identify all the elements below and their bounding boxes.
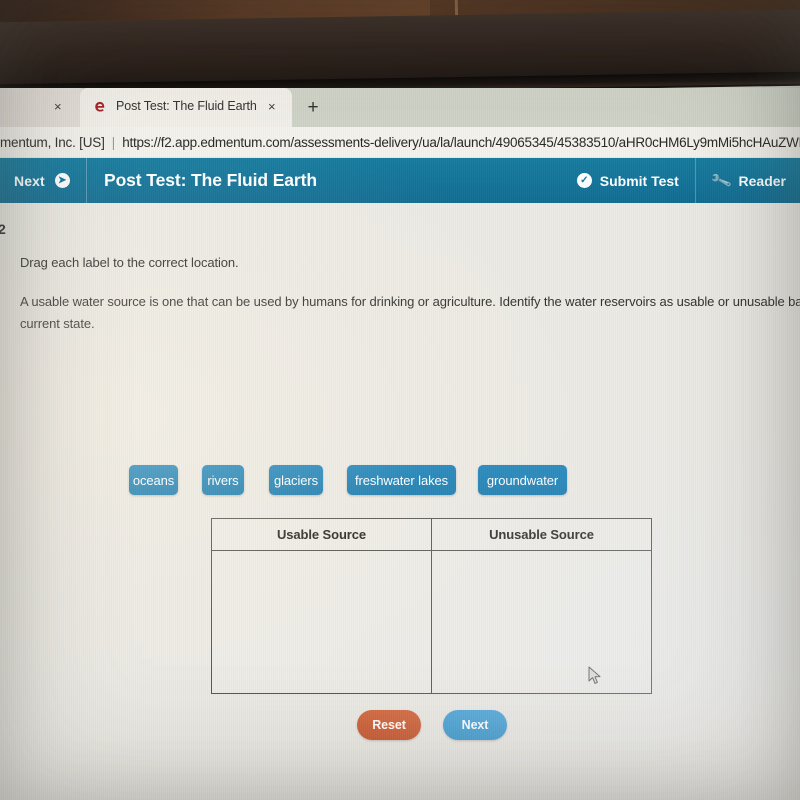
question-number: 2 — [0, 221, 6, 237]
drop-target-table: Usable Source Unusable Source — [211, 518, 652, 694]
toolbar-actions: ✓ Submit Test 🔧 Reader — [561, 158, 800, 203]
url-text[interactable]: https://f2.app.edmentum.com/assessments-… — [122, 135, 800, 150]
question-actions: Reset Next — [357, 710, 507, 740]
site-identity-label: mentum, Inc. [US] — [0, 134, 105, 150]
drag-label-groundwater[interactable]: groundwater — [478, 465, 567, 495]
drop-zone-unusable[interactable] — [431, 551, 651, 693]
question-stem-line1: A usable water source is one that can be… — [20, 294, 800, 309]
browser-tab-strip: × Post Test: The Fluid Earth × + — [0, 88, 800, 127]
address-separator: | — [111, 134, 116, 150]
drop-table-header-row: Usable Source Unusable Source — [212, 519, 651, 551]
assessment-toolbar: Next ➤ Post Test: The Fluid Earth ✓ Subm… — [0, 158, 800, 203]
drag-label-glaciers[interactable]: glaciers — [269, 465, 323, 495]
check-circle-icon: ✓ — [576, 173, 592, 188]
drag-label-oceans[interactable]: oceans — [129, 465, 178, 495]
address-bar[interactable]: mentum, Inc. [US] | https://f2.app.edmen… — [0, 127, 800, 157]
browser-tab-active[interactable]: Post Test: The Fluid Earth × — [80, 88, 292, 127]
question-stem: A usable water source is one that can be… — [20, 291, 800, 335]
circle-arrow-right-icon: ➤ — [54, 173, 70, 188]
toolbar-next-button[interactable]: Next ➤ — [14, 158, 87, 203]
mouse-pointer — [588, 666, 602, 686]
close-icon-active-tab[interactable]: × — [268, 99, 276, 114]
reader-button[interactable]: 🔧 Reader — [694, 158, 800, 203]
wrench-icon: 🔧 — [709, 169, 734, 193]
new-tab-button[interactable]: + — [300, 96, 326, 120]
laptop-photo: × Post Test: The Fluid Earth × + mentum,… — [0, 0, 800, 800]
submit-test-label: Submit Test — [599, 172, 679, 189]
question-instruction: Drag each label to the correct location. — [20, 255, 239, 270]
close-icon-left-tab[interactable]: × — [54, 99, 62, 114]
submit-test-button[interactable]: ✓ Submit Test — [561, 158, 695, 203]
drop-zone-usable[interactable] — [212, 551, 431, 693]
assessment-title: Post Test: The Fluid Earth — [104, 170, 317, 190]
toolbar-next-label: Next — [14, 172, 45, 189]
next-button[interactable]: Next — [443, 710, 507, 740]
drop-table-body-row — [212, 551, 651, 693]
column-header-unusable: Unusable Source — [431, 519, 651, 550]
drag-label-rivers[interactable]: rivers — [202, 465, 244, 495]
browser-screen: × Post Test: The Fluid Earth × + mentum,… — [0, 88, 800, 800]
assessment-page: 2 Drag each label to the correct locatio… — [0, 203, 800, 800]
edmentum-e-icon — [92, 99, 107, 114]
tab-inactive-left[interactable] — [0, 88, 86, 127]
drag-label-freshwater-lakes[interactable]: freshwater lakes — [347, 465, 456, 495]
reset-button[interactable]: Reset — [357, 710, 421, 740]
tab-title: Post Test: The Fluid Earth — [116, 99, 257, 113]
column-header-usable: Usable Source — [276, 527, 366, 542]
question-stem-line2: current state. — [20, 316, 95, 331]
reader-label: Reader — [738, 172, 786, 189]
